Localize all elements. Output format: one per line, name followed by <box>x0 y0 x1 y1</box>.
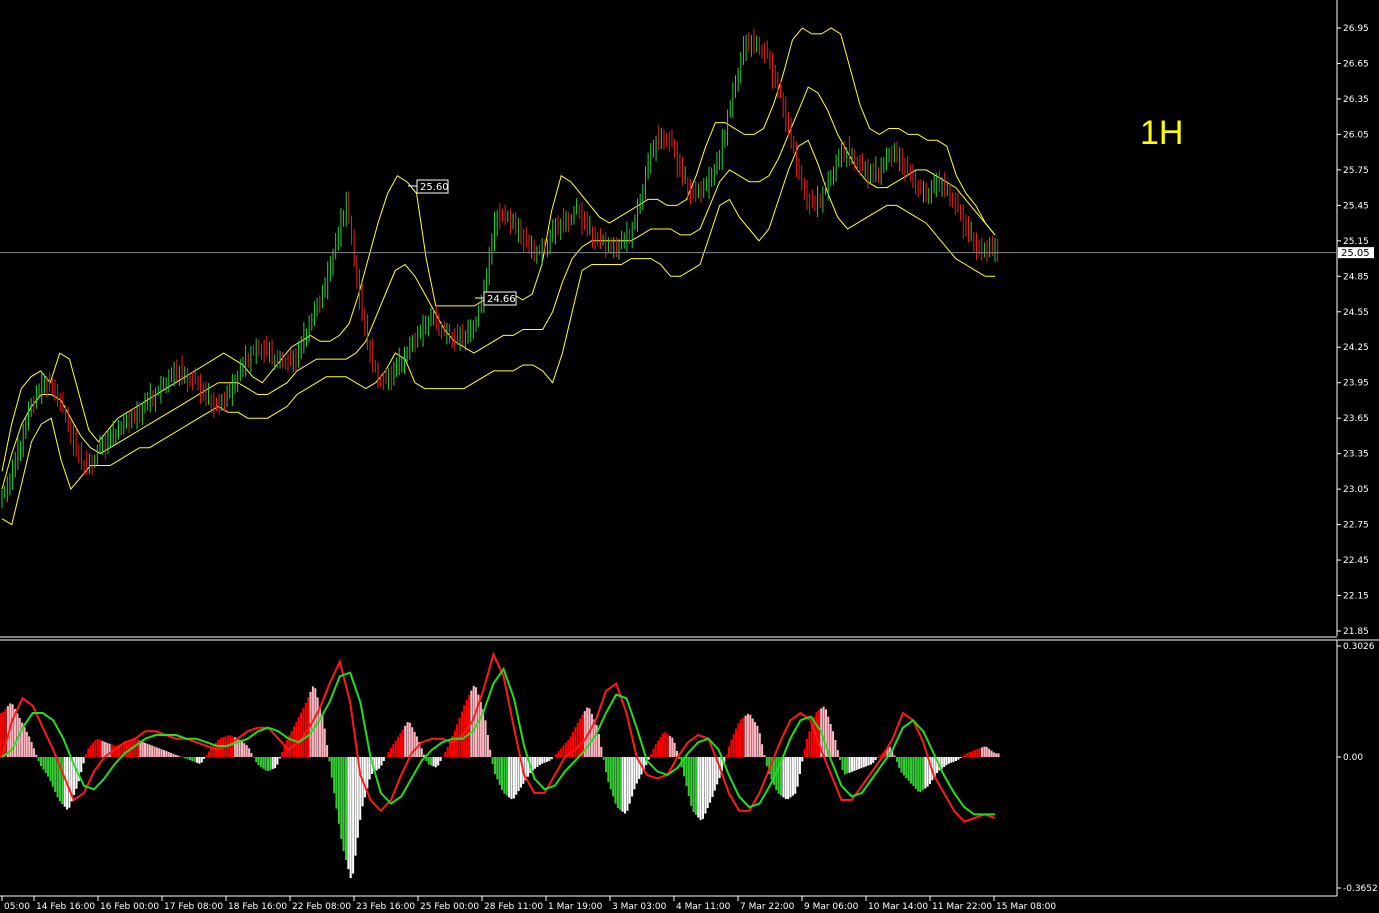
price-tick-label: 21.85 <box>1343 627 1369 637</box>
price-tick-label: 26.35 <box>1343 95 1369 105</box>
price-tick-label: 26.95 <box>1343 24 1369 34</box>
price-tick-label: 22.75 <box>1343 521 1369 531</box>
time-tick-label: 16 Feb 00:00 <box>100 902 159 912</box>
time-tick-label: 23 Feb 16:00 <box>356 902 415 912</box>
price-tick-label: 23.95 <box>1343 379 1369 389</box>
timeframe-label: 1H <box>1140 114 1183 152</box>
price-tick-label: 24.25 <box>1343 343 1369 353</box>
time-tick-label: 22 Feb 08:00 <box>292 902 351 912</box>
price-tick-label: 25.75 <box>1343 166 1369 176</box>
time-tick-label: 15 Mar 08:00 <box>996 902 1056 912</box>
time-tick-label: 18 Feb 16:00 <box>228 902 287 912</box>
indicator-tick-label: 0.00 <box>1343 753 1363 763</box>
time-tick-label: 4 Mar 11:00 <box>676 902 731 912</box>
price-tick-label: 23.35 <box>1343 450 1369 460</box>
time-tick-label: 1 Mar 19:00 <box>548 902 603 912</box>
time-tick-label: 28 Feb 11:00 <box>484 902 543 912</box>
time-tick-label: 10 Mar 14:00 <box>868 902 928 912</box>
current-price-label: 25.05 <box>1341 248 1370 259</box>
trading-chart[interactable]: 26.95 26.65 26.35 26.05 25.75 25.45 25.15 24.85… <box>0 0 1379 913</box>
time-tick-label: 05:00 <box>4 902 30 912</box>
price-tick-label: 24.55 <box>1343 308 1369 318</box>
time-tick-label: 7 Mar 22:00 <box>740 902 795 912</box>
time-tick-label: 25 Feb 00:00 <box>420 902 479 912</box>
indicator-tick-label: 0.3026 <box>1343 642 1375 652</box>
price-tick-label: 25.15 <box>1343 237 1369 247</box>
time-tick-label: 11 Mar 22:00 <box>932 902 992 912</box>
price-tick-label: 23.65 <box>1343 414 1369 424</box>
high-marker-2-label: 24.66 <box>487 294 516 305</box>
price-tick-label: 26.05 <box>1343 130 1369 140</box>
price-tick-label: 26.65 <box>1343 59 1369 69</box>
time-tick-label: 17 Feb 08:00 <box>164 902 223 912</box>
price-tick-label: 22.15 <box>1343 592 1369 602</box>
time-tick-label: 14 Feb 16:00 <box>36 902 95 912</box>
price-tick-label: 22.45 <box>1343 556 1369 566</box>
current-price-tag: 25.05 <box>1338 247 1374 259</box>
high-marker-1-label: 25.60 <box>420 182 449 193</box>
price-tick-label: 23.05 <box>1343 485 1369 495</box>
price-tick-label: 24.85 <box>1343 272 1369 282</box>
time-tick-label: 9 Mar 06:00 <box>804 902 859 912</box>
time-tick-label: 3 Mar 03:00 <box>612 902 667 912</box>
price-tick-label: 25.45 <box>1343 201 1369 211</box>
indicator-tick-label: -0.3652 <box>1343 884 1378 894</box>
